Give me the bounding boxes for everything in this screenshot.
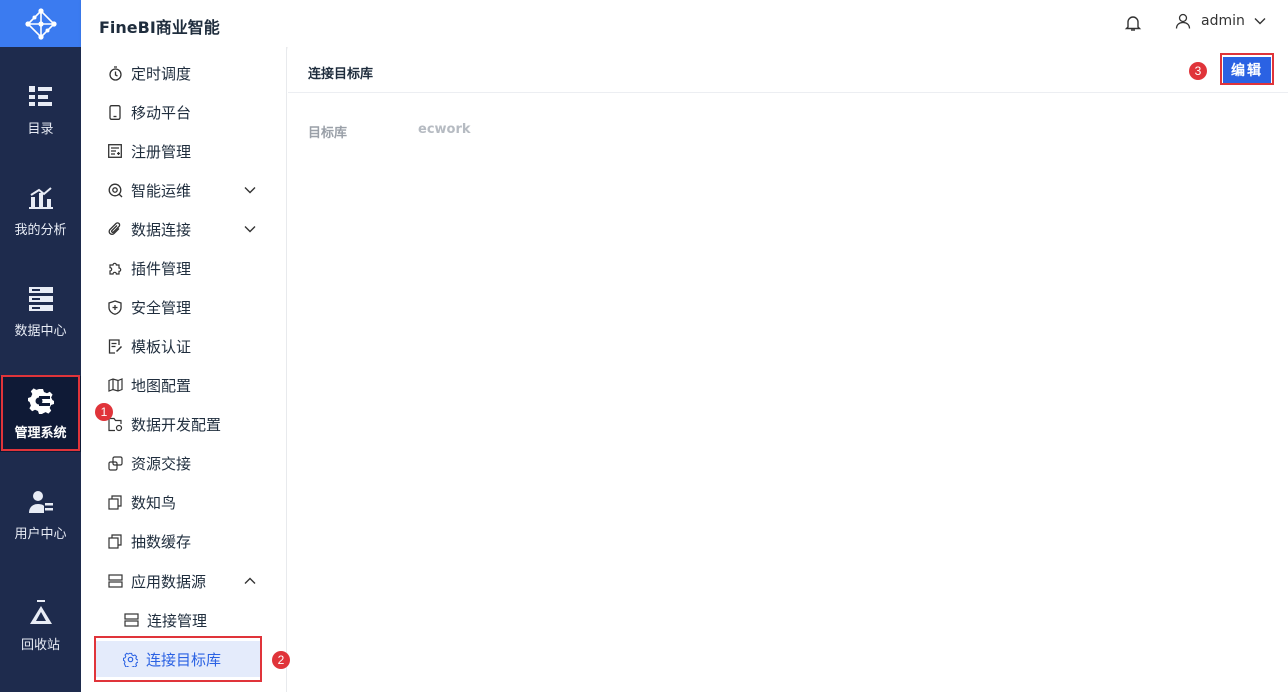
chevron-up-icon [244,577,256,584]
template-icon [107,338,123,354]
user-menu[interactable]: admin [1175,13,1267,29]
rail-label: 用户中心 [14,526,67,542]
target-db-row: 目标库 ecwork [308,122,471,141]
rail-item-user-center[interactable]: 用户中心 [0,477,81,553]
rail-label: 目录 [27,121,54,137]
rail-item-catalog[interactable]: 目录 [0,72,81,148]
rail-label: 回收站 [20,637,60,653]
mobile-icon [107,104,123,120]
menu-item-shuzhiniao[interactable]: 数知鸟 [81,484,287,520]
rail-item-data-center[interactable]: 数据中心 [0,274,81,350]
menu-item-template-cert[interactable]: 模板认证 [81,328,287,364]
app-logo[interactable] [0,0,81,47]
copy-icon [107,494,123,510]
rail-label: 我的分析 [14,222,67,238]
menu-item-schedule[interactable]: 定时调度 [81,55,287,91]
menu-label: 定时调度 [131,64,192,83]
menu-label: 智能运维 [131,181,192,200]
logo-icon [24,7,57,40]
timer-icon [107,65,123,81]
menu-label: 安全管理 [131,298,192,317]
rail-item-recycle-bin[interactable]: 回收站 [0,588,81,664]
menu-item-smart-ops[interactable]: 智能运维 [81,172,287,208]
step-badge: 1 [95,403,113,421]
ops-icon [107,182,123,198]
menu-item-mobile[interactable]: 移动平台 [81,94,287,130]
chevron-down-icon [1254,18,1266,25]
datasource-icon [107,573,123,589]
panel-title: 连接目标库 [308,67,374,82]
menu-item-extract-cache[interactable]: 抽数缓存 [81,523,287,559]
map-icon [107,377,123,393]
rail-label: 数据中心 [14,323,67,339]
catalog-icon [28,84,54,110]
highlight-box [94,636,262,682]
server-icon [123,612,139,628]
menu-label: 模板认证 [131,337,192,356]
menu-label: 注册管理 [131,142,192,161]
highlight-box [1220,53,1274,85]
menu-item-data-connection[interactable]: 数据连接 [81,211,287,247]
admin-sidebar-menu: 定时调度 移动平台 注册管理 智能运维 数据连接 插件管理 安全管理 模板认证 … [81,47,287,692]
menu-item-plugins[interactable]: 插件管理 [81,250,287,286]
handover-icon [107,455,123,471]
menu-label: 连接管理 [147,611,208,630]
copy-icon [107,533,123,549]
left-rail: 目录 我的分析 数据中心 管理系统 用户中心 回收站 [0,0,81,692]
menu-item-security[interactable]: 安全管理 [81,289,287,325]
register-icon [107,143,123,159]
analysis-icon [28,185,54,211]
bell-icon[interactable] [1124,14,1142,32]
menu-item-resource-handover[interactable]: 资源交接 [81,445,287,481]
panel-header: 连接目标库 编辑 [288,47,1288,93]
menu-label: 数据开发配置 [131,415,222,434]
field-label: 目标库 [308,126,348,141]
chevron-down-icon [244,187,256,194]
username: admin [1201,13,1245,29]
menu-item-app-datasource[interactable]: 应用数据源 [81,563,287,599]
menu-label: 资源交接 [131,454,192,473]
rail-item-my-analysis[interactable]: 我的分析 [0,173,81,249]
step-badge: 3 [1189,62,1207,80]
menu-label: 地图配置 [131,376,192,395]
field-value: ecwork [418,122,471,137]
menu-label: 数知鸟 [131,493,177,512]
data-center-icon [28,286,54,312]
chevron-down-icon [244,226,256,233]
menu-item-register[interactable]: 注册管理 [81,133,287,169]
step-badge: 2 [272,651,290,669]
top-header: FineBI商业智能 admin [81,0,1288,47]
menu-item-map-config[interactable]: 地图配置 [81,367,287,403]
puzzle-icon [107,260,123,276]
user-icon [1175,13,1191,29]
menu-label: 抽数缓存 [131,532,192,551]
recycle-bin-icon [28,599,54,626]
menu-label: 移动平台 [131,103,192,122]
brand-title: FineBI商业智能 [99,18,220,37]
shield-icon [107,299,123,315]
menu-label: 应用数据源 [131,572,207,591]
highlight-box [1,375,80,451]
main-panel: 连接目标库 编辑 目标库 ecwork [288,47,1288,692]
menu-item-connection-manage[interactable]: 连接管理 [81,602,287,638]
menu-label: 数据连接 [131,220,192,239]
user-center-icon [28,489,54,515]
paperclip-icon [107,221,123,237]
menu-label: 插件管理 [131,259,192,278]
